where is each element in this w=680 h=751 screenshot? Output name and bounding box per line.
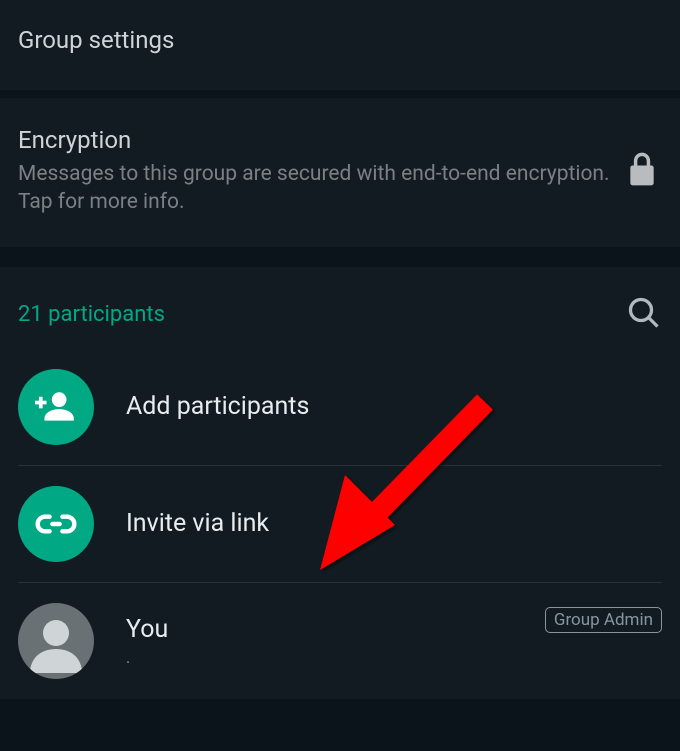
section-divider (0, 90, 680, 98)
invite-via-link-row[interactable]: Invite via link (18, 466, 662, 583)
search-icon[interactable] (626, 295, 662, 335)
participant-sub: . (126, 648, 513, 667)
encryption-description: Messages to this group are secured with … (18, 160, 612, 217)
link-icon (18, 486, 94, 562)
encryption-row[interactable]: Encryption Messages to this group are se… (0, 98, 680, 247)
participants-header: 21 participants (18, 285, 662, 349)
lock-icon (628, 152, 662, 190)
add-participants-row[interactable]: Add participants (18, 349, 662, 466)
participant-you-row[interactable]: You . Group Admin (18, 583, 662, 699)
admin-badge: Group Admin (545, 607, 662, 633)
group-settings-label: Group settings (18, 26, 174, 54)
invite-via-link-label: Invite via link (126, 509, 662, 538)
group-settings-row[interactable]: Group settings (0, 0, 680, 90)
encryption-text-block: Encryption Messages to this group are se… (18, 126, 612, 217)
section-divider (0, 247, 680, 267)
add-participants-icon (18, 369, 94, 445)
encryption-title: Encryption (18, 126, 612, 154)
participants-count: 21 participants (18, 302, 165, 327)
participants-section: 21 participants Add participants (0, 267, 680, 699)
participant-name: You (126, 615, 513, 644)
avatar (18, 603, 94, 679)
add-participants-label: Add participants (126, 392, 662, 421)
